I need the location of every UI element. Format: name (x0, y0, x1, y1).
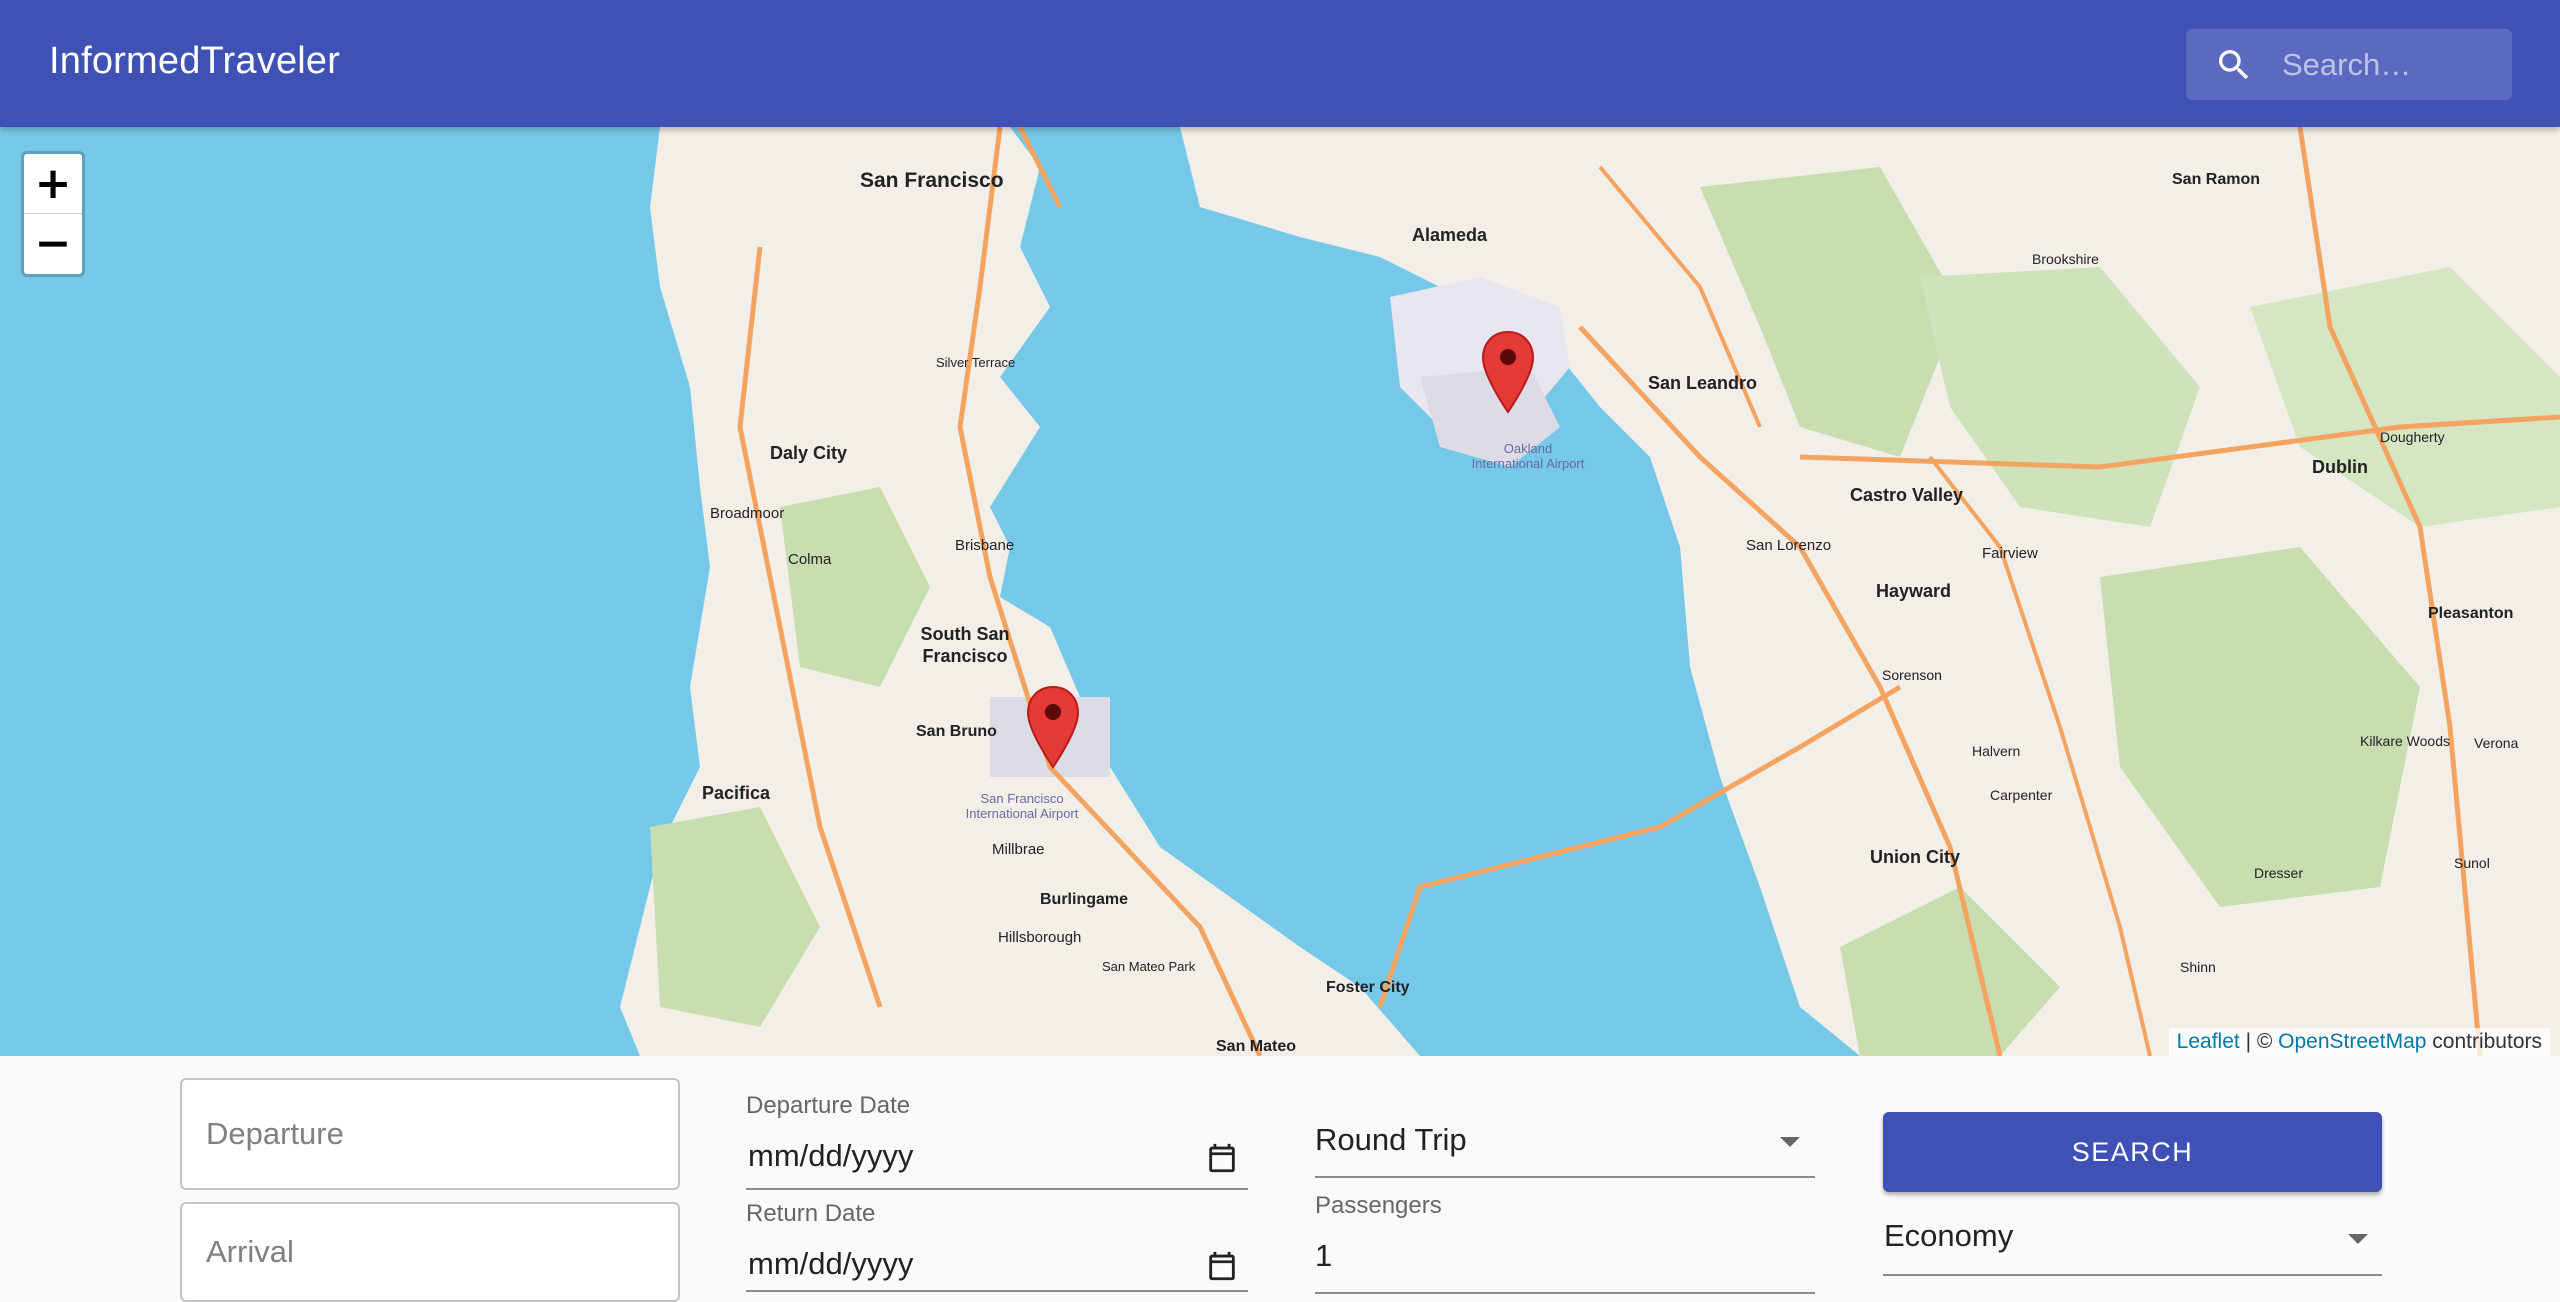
app-bar: InformedTraveler (0, 0, 2560, 127)
search-box[interactable] (2186, 29, 2512, 100)
passengers-label: Passengers (1315, 1192, 1442, 1219)
openstreetmap-link[interactable]: OpenStreetMap (2278, 1030, 2426, 1053)
zoom-out-button[interactable]: − (24, 214, 82, 274)
zoom-control: + − (21, 151, 85, 277)
map-label-silver-terrace: Silver Terrace (936, 355, 1016, 370)
map-label-fairview: Fairview (1982, 545, 2038, 562)
return-date-label: Return Date (746, 1200, 876, 1227)
departure-date-label: Departure Date (746, 1092, 911, 1119)
search-button[interactable]: SEARCH (1883, 1112, 2382, 1192)
map-label-pleasanton: Pleasanton (2428, 605, 2514, 622)
map-label-san-mateo: San Mateo (1216, 1038, 1297, 1055)
map-label-millbrae: Millbrae (992, 841, 1045, 858)
trip-type-dropdown-icon[interactable] (1780, 1137, 1800, 1147)
arrival-field[interactable] (180, 1202, 680, 1302)
map-label-san-mateo-park: San Mateo Park (1102, 959, 1196, 974)
map-label-dublin: Dublin (2312, 457, 2368, 477)
map-label-hillsborough: Hillsborough (998, 929, 1082, 946)
map-base[interactable] (0, 127, 2560, 1056)
app-title[interactable]: InformedTraveler (49, 40, 340, 83)
cabin-class-value[interactable]: Economy (1884, 1218, 2013, 1254)
map-label-colma: Colma (788, 551, 832, 568)
oakland-airport-marker[interactable] (1480, 330, 1536, 414)
map-attribution: Leaflet | © OpenStreetMap contributors (2168, 1028, 2550, 1056)
departure-date-value[interactable]: mm/dd/yyyy (748, 1138, 913, 1174)
map-label-oakland-airport: Oakland International Airport (1471, 441, 1585, 471)
map-label-dresser: Dresser (2254, 865, 2304, 881)
search-input[interactable] (2282, 29, 2502, 100)
map-label-south-sf: South San Francisco (920, 624, 1010, 666)
passengers-field[interactable] (1315, 1224, 1815, 1294)
map-label-san-lorenzo: San Lorenzo (1746, 537, 1832, 554)
departure-field[interactable] (180, 1078, 680, 1190)
map-label-pacifica: Pacifica (702, 783, 771, 803)
attribution-separator: | © (2245, 1030, 2273, 1053)
map-label-san-bruno: San Bruno (916, 723, 997, 740)
map-label-carpenter: Carpenter (1990, 787, 2053, 803)
map-label-broadmoor: Broadmoor (710, 505, 785, 522)
attribution-suffix: contributors (2432, 1030, 2542, 1053)
map-label-sorenson: Sorenson (1882, 667, 1942, 683)
map-label-burlingame: Burlingame (1040, 891, 1129, 908)
map-label-foster-city: Foster City (1326, 979, 1410, 996)
sfo-airport-marker[interactable] (1025, 685, 1081, 769)
map-label-san-leandro: San Leandro (1648, 373, 1758, 393)
trip-type-value[interactable]: Round Trip (1315, 1122, 1467, 1158)
map-label-hayward: Hayward (1876, 581, 1952, 601)
map-label-verona: Verona (2474, 735, 2519, 751)
map-label-castro-valley: Castro Valley (1850, 485, 1964, 505)
map-label-san-francisco: San Francisco (860, 169, 1004, 192)
map-label-daly-city: Daly City (770, 443, 848, 463)
map-label-sunol: Sunol (2454, 855, 2490, 871)
flight-search-form: Departure Date mm/dd/yyyy Return Date mm… (0, 1056, 2560, 1302)
map-label-halvern: Halvern (1972, 743, 2021, 759)
arrival-input[interactable] (206, 1204, 646, 1300)
return-calendar-icon[interactable] (1205, 1248, 1239, 1284)
cabin-class-dropdown-icon[interactable] (2348, 1234, 2368, 1244)
map-label-dougherty: Dougherty (2380, 429, 2445, 445)
map-label-brookshire: Brookshire (2032, 251, 2099, 267)
map-label-union-city: Union City (1870, 847, 1960, 867)
map-label-kilkare-woods: Kilkare Woods (2360, 733, 2451, 749)
return-date-value[interactable]: mm/dd/yyyy (748, 1246, 913, 1282)
zoom-in-button[interactable]: + (24, 154, 82, 214)
map[interactable]: San Francisco Alameda San Leandro Daly C… (0, 127, 2560, 1056)
map-label-san-ramon: San Ramon (2172, 171, 2261, 188)
departure-input[interactable] (206, 1080, 646, 1188)
leaflet-link[interactable]: Leaflet (2177, 1030, 2240, 1053)
map-label-sfo-airport: San Francisco International Airport (965, 791, 1079, 821)
passengers-value[interactable]: 1 (1315, 1238, 1332, 1274)
map-label-brisbane: Brisbane (955, 537, 1015, 554)
search-icon (2219, 50, 2249, 80)
map-label-alameda: Alameda (1412, 225, 1488, 245)
map-label-shinn: Shinn (2180, 959, 2216, 975)
departure-calendar-icon[interactable] (1205, 1140, 1239, 1176)
